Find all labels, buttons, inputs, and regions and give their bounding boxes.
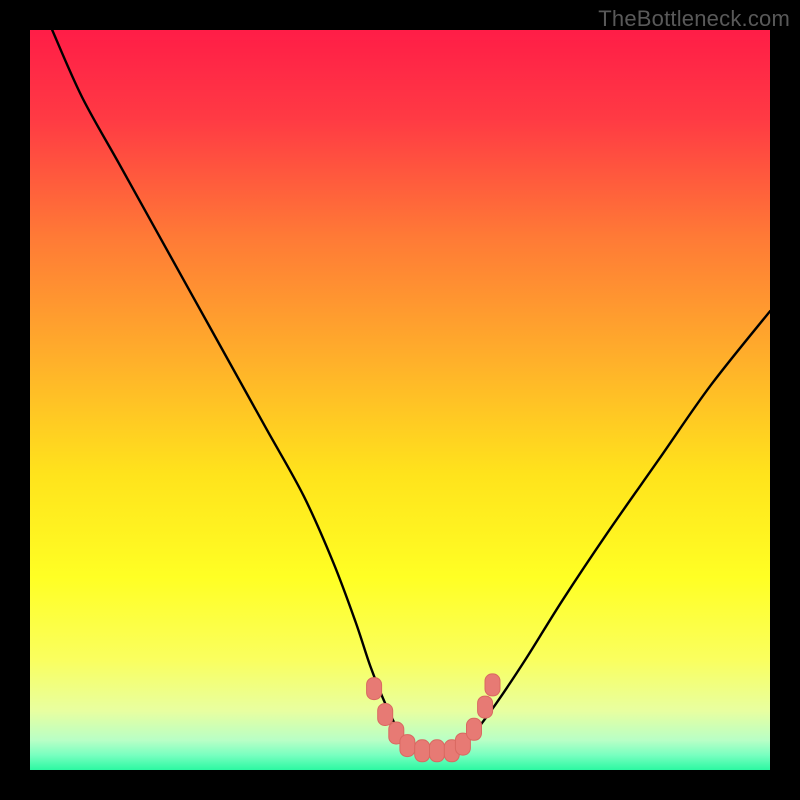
curve-layer <box>30 30 770 770</box>
curve-marker <box>478 696 493 718</box>
curve-marker <box>485 674 500 696</box>
watermark-label: TheBottleneck.com <box>598 6 790 32</box>
plot-area <box>30 30 770 770</box>
chart-frame: TheBottleneck.com <box>0 0 800 800</box>
curve-marker <box>378 704 393 726</box>
curve-marker <box>467 718 482 740</box>
bottleneck-curve-path <box>52 30 770 752</box>
curve-marker <box>415 740 430 762</box>
marker-group <box>367 674 500 762</box>
curve-marker <box>430 740 445 762</box>
curve-marker <box>367 678 382 700</box>
curve-marker <box>400 735 415 757</box>
